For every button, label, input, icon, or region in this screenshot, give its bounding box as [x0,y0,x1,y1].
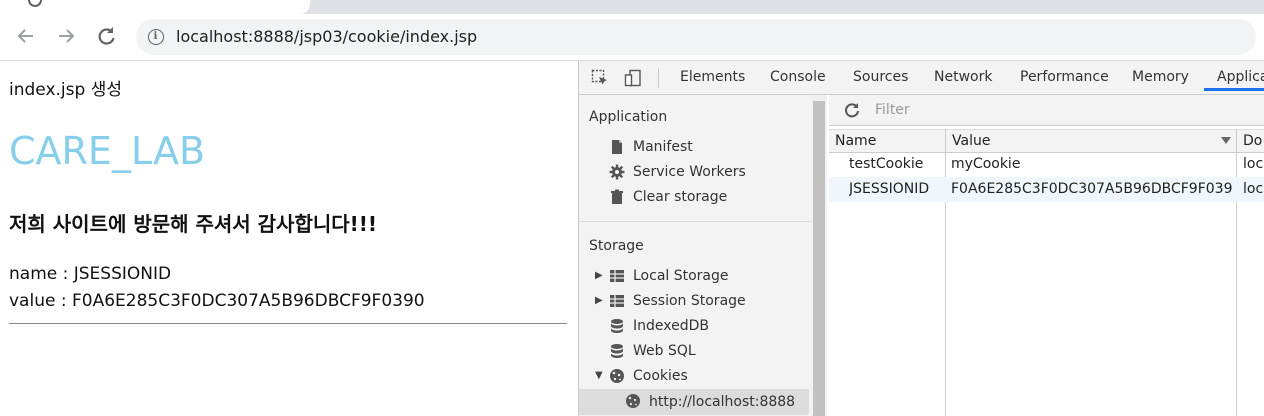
tab-elements[interactable]: Elements [680,61,745,94]
brand-title: CARE_LAB [9,129,206,173]
page-heading-line: index.jsp 생성 [9,80,122,100]
cookie-domain-cell: loc [1243,181,1264,197]
sidebar-item-label: Web SQL [633,343,696,359]
scrollbar-thumb[interactable] [813,101,825,416]
trash-icon [611,189,623,204]
back-arrow-icon [17,29,33,43]
sidebar-item-label: Session Storage [633,293,746,309]
horizontal-rule [9,323,567,324]
refresh-icon[interactable] [843,101,861,119]
cookie-domain-cell: loc [1243,156,1264,172]
cookies-pane: Name Value Do testCookie myCookie loc JS… [829,95,1264,416]
cookie-icon [626,394,640,408]
toolbar-divider [658,68,659,88]
tab-network[interactable]: Network [934,61,992,94]
application-sidebar: Application Manifest Service Workers Cle… [579,95,827,416]
address-bar[interactable]: localhost:8888/jsp03/cookie/index.jsp [136,19,1256,55]
tab-strip [0,0,1264,14]
sidebar-item-label: Service Workers [633,164,746,180]
devtools-tab-bar: Elements Console Sources Network Perform… [579,61,1264,95]
sidebar-heading-application: Application [589,109,668,125]
reload-icon [98,27,115,45]
sidebar-item-cookie-origin[interactable]: http://localhost:8888 [579,389,809,415]
inspect-element-icon[interactable] [591,69,609,87]
sidebar-item-label: Clear storage [633,189,728,205]
cookie-filter-bar [829,95,1264,126]
table-row[interactable]: JSESSIONID F0A6E285C3F0DC307A5B96DBCF9F0… [829,177,1264,202]
column-header-name[interactable]: Name [829,130,945,152]
database-icon [611,344,623,358]
cookie-value-line: value : F0A6E285C3F0DC307A5B96DBCF9F0390 [9,291,425,311]
table-grid-icon [610,270,624,282]
tab-application[interactable]: Applica [1204,61,1264,91]
reload-button[interactable] [92,22,120,50]
tab-sources[interactable]: Sources [853,61,908,94]
forward-arrow-icon [59,29,75,43]
tab-console[interactable]: Console [770,61,826,94]
loading-favicon-icon [28,0,42,7]
cookie-name-cell: JSESSIONID [849,181,930,197]
database-icon [611,319,623,333]
cookie-name-line: name : JSESSIONID [9,264,172,284]
table-grid-icon [610,295,624,307]
sidebar-item-label: IndexedDB [633,318,709,334]
back-button[interactable] [12,22,40,50]
cookie-icon [610,369,624,383]
sidebar-item-label: Cookies [633,368,688,384]
expand-arrow-icon[interactable]: ▶ [595,265,603,287]
forward-button[interactable] [52,22,80,50]
tab-memory[interactable]: Memory [1132,61,1189,94]
cookie-value-cell: myCookie [951,156,1021,172]
device-toolbar-icon[interactable] [624,69,642,87]
table-row[interactable]: testCookie myCookie loc [829,152,1264,177]
tab-performance[interactable]: Performance [1020,61,1109,94]
browser-tab[interactable] [0,0,310,14]
sidebar-item-label: Local Storage [633,268,729,284]
document-icon [612,140,622,154]
devtools-panel: Elements Console Sources Network Perform… [578,61,1264,416]
sidebar-item-label: http://localhost:8888 [649,394,796,410]
sidebar-heading-storage: Storage [589,238,644,254]
column-header-value[interactable]: Value [946,130,1236,152]
filter-input[interactable] [869,98,1264,122]
cookie-value-cell: F0A6E285C3F0DC307A5B96DBCF9F0390 [951,181,1233,197]
collapse-arrow-icon[interactable]: ▼ [595,365,603,387]
gear-icon [609,164,625,180]
welcome-message: 저희 사이트에 방문해 주셔서 감사합니다!!! [9,212,378,236]
column-header-domain[interactable]: Do [1237,130,1264,152]
sidebar-divider [579,221,811,222]
expand-arrow-icon[interactable]: ▶ [595,290,603,312]
url-text[interactable]: localhost:8888/jsp03/cookie/index.jsp [176,19,477,55]
page-content: index.jsp 생성 CARE_LAB 저희 사이트에 방문해 주셔서 감사… [0,61,578,416]
cookie-name-cell: testCookie [849,156,924,172]
sidebar-scrollbar[interactable] [811,95,827,416]
sidebar-item-label: Manifest [633,139,693,155]
sort-descending-icon[interactable] [1221,137,1231,144]
site-info-icon[interactable] [148,29,164,45]
cookie-table-header: Name Value Do [829,129,1264,153]
browser-toolbar: localhost:8888/jsp03/cookie/index.jsp [0,14,1264,61]
